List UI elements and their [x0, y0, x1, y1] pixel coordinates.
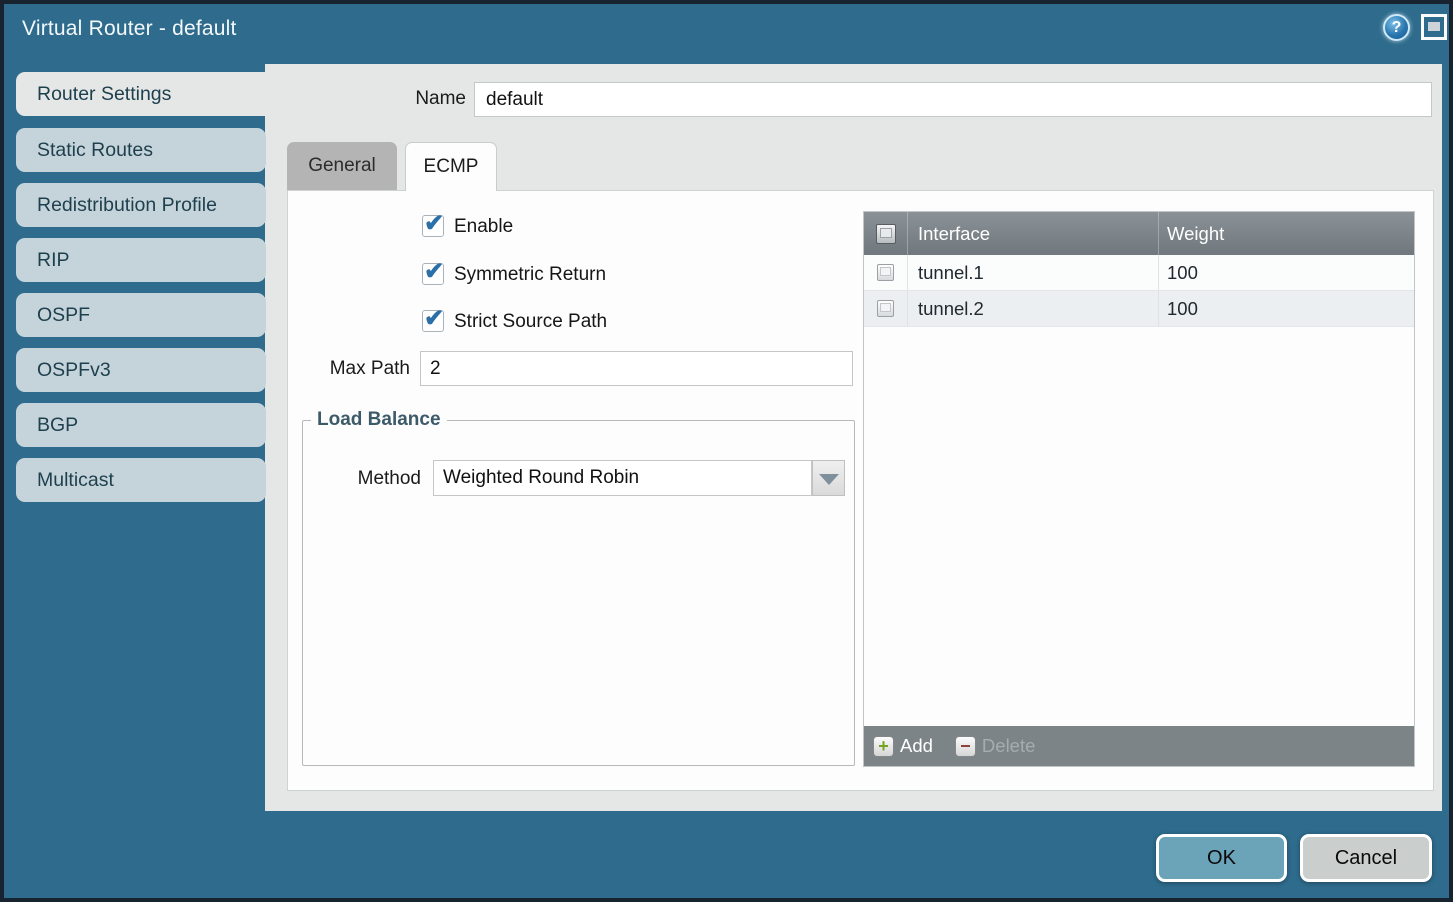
name-label: Name [344, 88, 466, 110]
method-dropdown-input[interactable] [433, 460, 812, 496]
add-button-label: Add [900, 735, 933, 757]
load-balance-fieldset: Load Balance Method [302, 409, 855, 766]
table-row[interactable]: tunnel.2 100 [864, 291, 1414, 327]
sidebar-item-router-settings[interactable]: Router Settings [16, 72, 267, 116]
tab-ecmp[interactable]: ECMP [405, 142, 497, 191]
add-button[interactable]: + Add [873, 735, 933, 757]
table-header-row: Interface Weight [864, 212, 1414, 255]
strict-source-path-label: Strict Source Path [454, 310, 607, 334]
interface-cell: tunnel.1 [908, 255, 1159, 290]
symmetric-return-label: Symmetric Return [454, 263, 606, 287]
row-checkbox[interactable] [877, 300, 894, 317]
tab-general[interactable]: General [287, 142, 397, 190]
select-all-checkbox[interactable] [876, 224, 896, 244]
strict-source-path-checkbox[interactable] [422, 310, 444, 332]
weight-column-header[interactable]: Weight [1159, 223, 1414, 245]
enable-checkbox[interactable] [422, 215, 444, 237]
symmetric-return-checkbox[interactable] [422, 263, 444, 285]
restore-window-icon[interactable] [1421, 14, 1447, 40]
sidebar-item-redistribution-profile[interactable]: Redistribution Profile [16, 183, 266, 227]
row-select-cell [864, 291, 908, 326]
weight-cell: 100 [1159, 262, 1414, 284]
plus-icon: + [873, 736, 894, 757]
max-path-label: Max Path [306, 358, 410, 380]
name-input[interactable] [474, 82, 1432, 117]
sidebar-item-rip[interactable]: RIP [16, 238, 266, 282]
row-checkbox[interactable] [877, 264, 894, 281]
delete-button[interactable]: − Delete [955, 735, 1035, 757]
dialog-title: Virtual Router - default [22, 17, 237, 41]
load-balance-legend: Load Balance [311, 409, 447, 431]
interface-weight-table: Interface Weight tunnel.1 100 tunnel.2 1… [863, 211, 1415, 767]
sidebar-item-multicast[interactable]: Multicast [16, 458, 266, 502]
virtual-router-dialog: Virtual Router - default ? Router Settin… [0, 0, 1453, 902]
help-icon[interactable]: ? [1383, 14, 1410, 41]
max-path-input[interactable] [420, 351, 853, 386]
sidebar-item-bgp[interactable]: BGP [16, 403, 266, 447]
restore-window-icon-inner [1428, 22, 1440, 31]
table-footer: + Add − Delete [864, 726, 1414, 766]
minus-icon: − [955, 736, 976, 757]
sidebar-item-ospf[interactable]: OSPF [16, 293, 266, 337]
table-row[interactable]: tunnel.1 100 [864, 255, 1414, 291]
ok-button[interactable]: OK [1156, 834, 1287, 882]
select-all-cell [864, 212, 908, 255]
chevron-down-icon [819, 474, 839, 485]
row-select-cell [864, 255, 908, 290]
delete-button-label: Delete [982, 735, 1035, 757]
method-dropdown-button[interactable] [812, 460, 845, 496]
table-empty-area [864, 327, 1414, 726]
ecmp-tab-content: Enable Symmetric Return Strict Source Pa… [287, 190, 1434, 791]
weight-cell: 100 [1159, 298, 1414, 320]
sidebar-item-static-routes[interactable]: Static Routes [16, 128, 266, 172]
sidebar-item-ospfv3[interactable]: OSPFv3 [16, 348, 266, 392]
cancel-button[interactable]: Cancel [1300, 834, 1432, 882]
method-label: Method [309, 468, 421, 490]
interface-cell: tunnel.2 [908, 291, 1159, 326]
interface-column-header[interactable]: Interface [908, 212, 1159, 255]
enable-label: Enable [454, 215, 513, 239]
